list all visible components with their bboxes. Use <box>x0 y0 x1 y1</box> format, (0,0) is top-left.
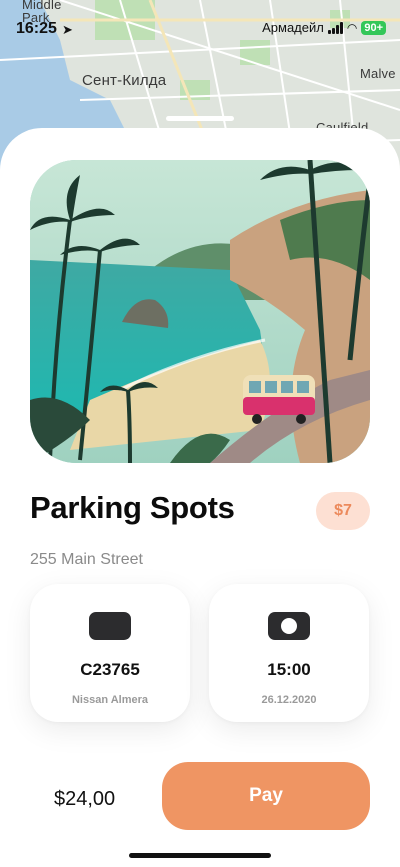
status-time: 16:25 <box>16 20 57 37</box>
map-label-st-kilda: Сент-Килда <box>82 72 167 89</box>
clock-icon <box>268 612 310 640</box>
signal-icon <box>327 21 343 34</box>
car-plate-number: C23765 <box>80 660 140 679</box>
car-model: Nissan Almera <box>71 694 149 706</box>
car-plate-icon <box>89 612 131 640</box>
sheet-grabber[interactable] <box>166 116 234 121</box>
status-location-label: Армадейл <box>262 20 324 35</box>
address-text: 255 Main Street <box>30 551 143 568</box>
time-info-card[interactable]: 15:00 26.12.2020 <box>209 584 369 722</box>
booking-time: 15:00 <box>267 660 311 679</box>
map-label-malvern: Malve <box>360 66 396 81</box>
location-arrow-icon: ➤ <box>62 22 73 37</box>
booking-date: 26.12.2020 <box>261 694 317 706</box>
total-amount: $24,00 <box>54 788 116 810</box>
car-info-card[interactable]: C23765 Nissan Almera <box>30 584 190 722</box>
beach-illustration <box>30 160 370 463</box>
status-right: Армадейл ◠ 90+ <box>262 20 386 35</box>
wifi-icon: ◠ <box>346 20 358 35</box>
page-title: Parking Spots <box>30 490 235 525</box>
home-indicator[interactable] <box>129 853 271 858</box>
price-badge: $7 <box>316 492 370 530</box>
status-bar: 16:25 ➤ Армадейл ◠ 90+ <box>0 20 400 40</box>
pay-button[interactable]: Pay <box>162 762 370 830</box>
battery-icon: 90+ <box>361 20 386 35</box>
hero-illustration <box>30 160 370 463</box>
